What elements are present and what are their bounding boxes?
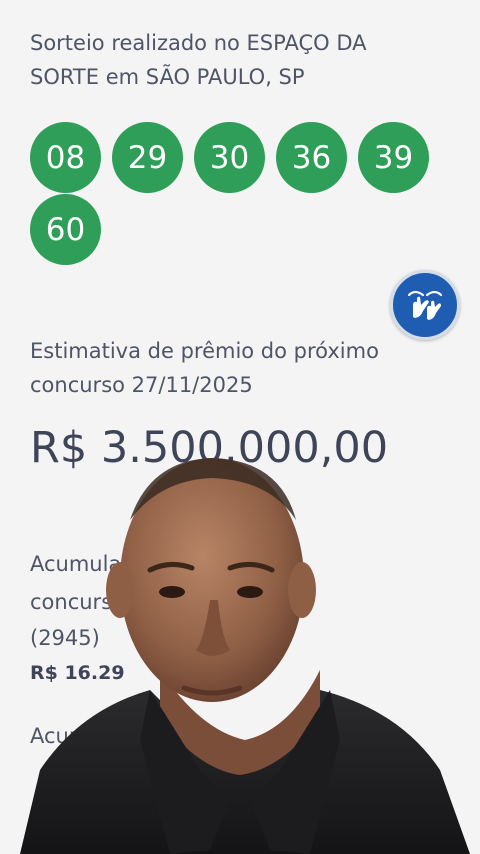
number-ball: 29 [112,122,183,193]
accessibility-widget-button[interactable] [390,270,460,340]
estimate-label-line2: concurso 27/11/2025 [30,373,253,397]
draw-location-text: Sorteio realizado no ESPAÇO DA SORTE em … [30,26,450,94]
draw-location-line2: SORTE em SÃO PAULO, SP [30,65,305,89]
number-ball: 36 [276,122,347,193]
vlibras-hands-icon [407,290,443,320]
number-ball: 60 [30,194,101,265]
lottery-results-page: Sorteio realizado no ESPAÇO DA SORTE em … [0,0,480,854]
number-ball: 39 [358,122,429,193]
number-ball: 30 [194,122,265,193]
presenter-webcam-overlay [20,458,470,854]
estimate-label-line1: Estimativa de prêmio do próximo [30,339,379,363]
number-ball: 08 [30,122,101,193]
draw-location-line1: Sorteio realizado no ESPAÇO DA [30,31,367,55]
next-prize-estimate-label: Estimativa de prêmio do próximo concurso… [30,334,450,402]
